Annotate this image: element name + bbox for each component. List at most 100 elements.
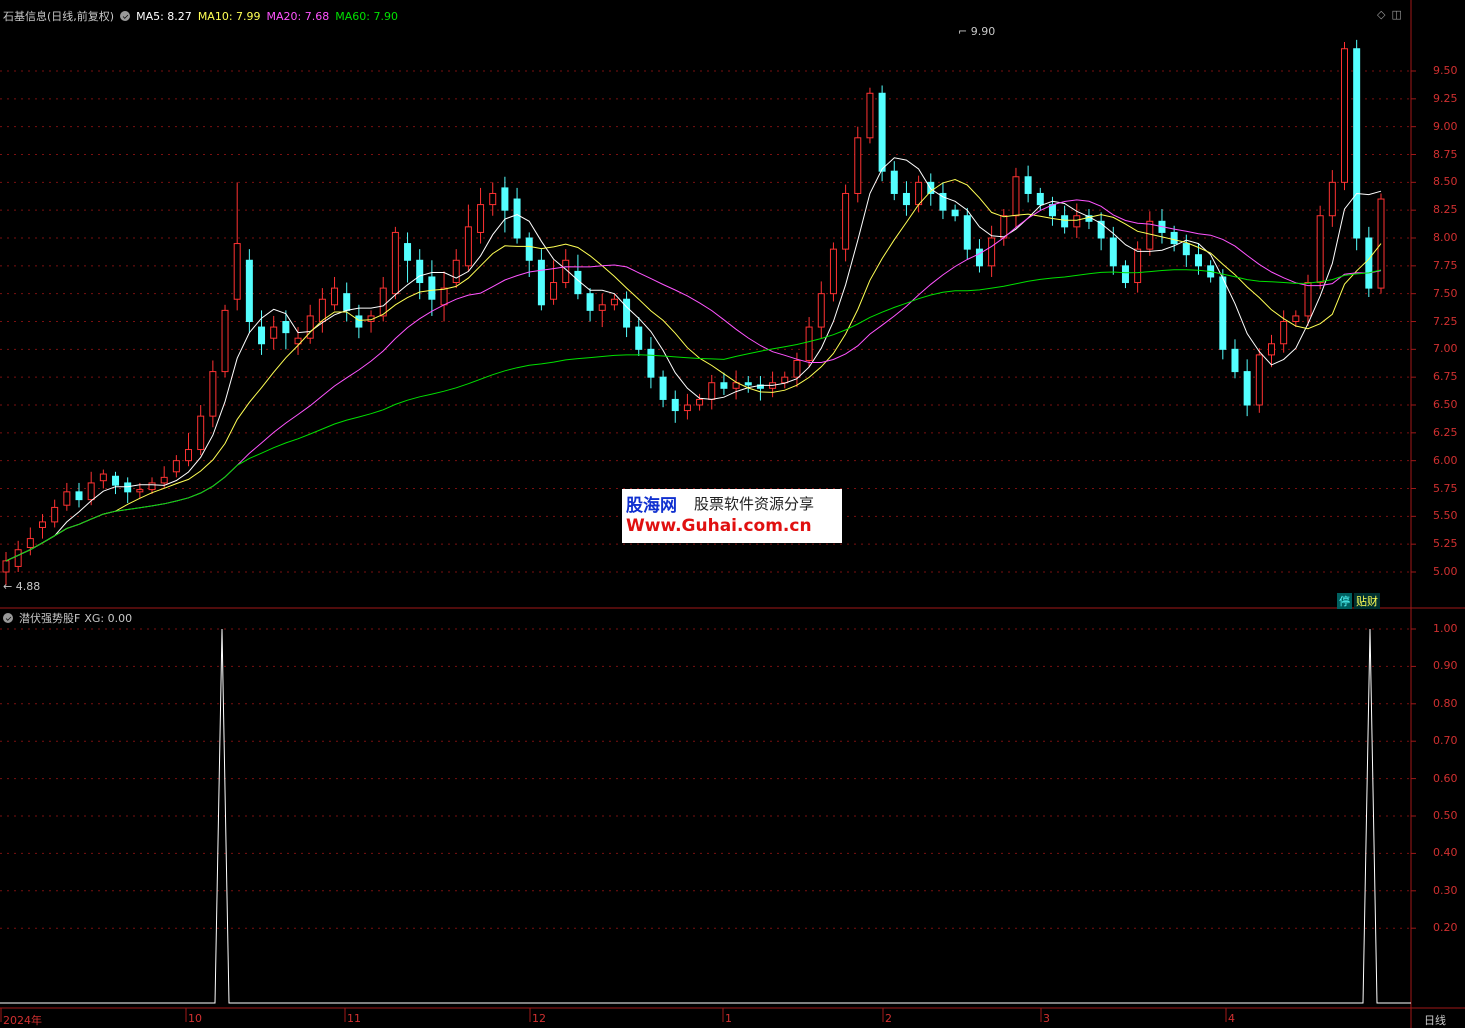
candle-body: [915, 181, 923, 206]
time-axis-label: 11: [347, 1012, 361, 1025]
stock-title[interactable]: 石基信息(日线,前复权): [3, 10, 114, 23]
candle-body: [1231, 348, 1239, 373]
candle-body: [696, 398, 704, 406]
candle-body: [160, 476, 168, 484]
indicator-axis-label: 0.60: [1433, 771, 1458, 785]
settings-dropdown-icon[interactable]: [120, 11, 131, 21]
candle-body: [1267, 343, 1275, 356]
candle-body: [586, 293, 594, 311]
candle-body: [452, 259, 460, 284]
price-axis-label: 6.25: [1433, 425, 1458, 439]
candle-body: [1292, 315, 1300, 322]
ma60-value: MA60: 7.90: [335, 10, 398, 23]
candle-body: [829, 248, 837, 295]
watermark-url: Www.Guhai.com.cn: [626, 516, 812, 536]
candle-body: [14, 549, 22, 567]
candle-body: [63, 491, 71, 506]
candle-body: [963, 215, 971, 250]
candle-body: [854, 137, 862, 194]
candle-body: [902, 192, 910, 206]
candle-body: [805, 326, 813, 361]
candle-body: [817, 293, 825, 328]
candle-body: [233, 243, 241, 300]
candle-body: [1134, 248, 1142, 284]
candle-body: [781, 376, 789, 384]
candle-body: [623, 298, 631, 328]
time-axis-label: 12: [532, 1012, 546, 1025]
indicator-axis-label: 0.90: [1433, 659, 1458, 673]
candle-body: [245, 259, 253, 322]
price-axis-label: 5.00: [1433, 565, 1458, 578]
period-label[interactable]: 日线: [1424, 1012, 1446, 1028]
time-axis-label: 10: [188, 1012, 202, 1025]
indicator-axis-label: 1.00: [1433, 622, 1458, 635]
suspend-tag[interactable]: 停: [1337, 593, 1352, 609]
price-axis-label: 9.50: [1433, 64, 1458, 77]
candle-body: [172, 460, 180, 473]
price-axis-label: 8.75: [1433, 147, 1458, 161]
candle-body: [1061, 215, 1069, 228]
price-axis-label: 7.75: [1433, 258, 1458, 272]
candle-body: [39, 521, 47, 528]
price-axis-label: 5.75: [1433, 481, 1458, 495]
price-axis-label: 8.50: [1433, 175, 1458, 189]
indicator-dropdown-icon[interactable]: [3, 613, 13, 623]
candle-body: [404, 243, 412, 261]
candle-body: [209, 371, 217, 417]
ma5-value: MA5: 8.27: [136, 10, 192, 23]
candle-body: [148, 482, 156, 491]
candle-body: [513, 198, 521, 239]
candle-body: [489, 192, 497, 206]
candle-body: [1121, 265, 1129, 284]
watermark: 股海网 股票软件资源分享 Www.Guhai.com.cn: [622, 489, 842, 543]
candle-body: [464, 226, 472, 267]
candle-body: [318, 298, 326, 323]
candle-body: [951, 209, 959, 217]
candle-body: [1000, 215, 1008, 239]
candle-body: [270, 326, 278, 339]
candle-body: [1340, 48, 1348, 183]
candle-body: [1146, 220, 1154, 250]
candle-body: [87, 482, 95, 501]
time-axis-label: 4: [1228, 1012, 1235, 1025]
price-axis-label: 6.75: [1433, 370, 1458, 384]
candle-body: [1243, 371, 1251, 406]
candle-body: [671, 398, 679, 412]
finance-tag[interactable]: 贴财: [1354, 593, 1380, 609]
indicator-name[interactable]: 潜伏强势股F: [19, 612, 80, 625]
price-axis-label: 7.25: [1433, 314, 1458, 328]
price-axis-label: 9.25: [1433, 91, 1458, 105]
candle-body: [720, 382, 728, 389]
candle-body: [1182, 243, 1190, 256]
xg-value: XG: 0.00: [84, 612, 133, 625]
candle-body: [1304, 282, 1312, 317]
candle-body: [428, 276, 436, 300]
candle-body: [1012, 176, 1020, 217]
candle-body: [26, 538, 34, 549]
indicator-axis-label: 0.40: [1433, 846, 1458, 860]
candle-body: [1328, 181, 1336, 217]
candle-body: [598, 304, 606, 311]
candle-body: [136, 489, 144, 493]
ma10-value: MA10: 7.99: [197, 10, 261, 23]
candle-body: [1073, 215, 1081, 228]
candle-body: [975, 248, 983, 267]
candle-body: [258, 326, 266, 345]
diamond-icon[interactable]: ◇: [1377, 8, 1385, 21]
panel-controls: ◇ ◫: [1377, 8, 1408, 21]
candle-body: [440, 287, 448, 306]
indicator-axis-label: 0.30: [1433, 883, 1458, 897]
candle-body: [343, 293, 351, 311]
candle-body: [550, 282, 558, 300]
candle-body: [112, 475, 120, 486]
candle-body: [1024, 176, 1032, 194]
price-axis-label: 9.00: [1433, 119, 1458, 133]
indicator-axis-label: 0.20: [1433, 921, 1458, 935]
candle-body: [890, 170, 898, 194]
price-axis-label: 8.25: [1433, 203, 1458, 217]
candle-body: [610, 298, 618, 306]
window-toggle-icon[interactable]: ◫: [1391, 8, 1401, 21]
candle-body: [221, 309, 229, 373]
candle-body: [197, 415, 205, 451]
candle-body: [331, 287, 339, 306]
